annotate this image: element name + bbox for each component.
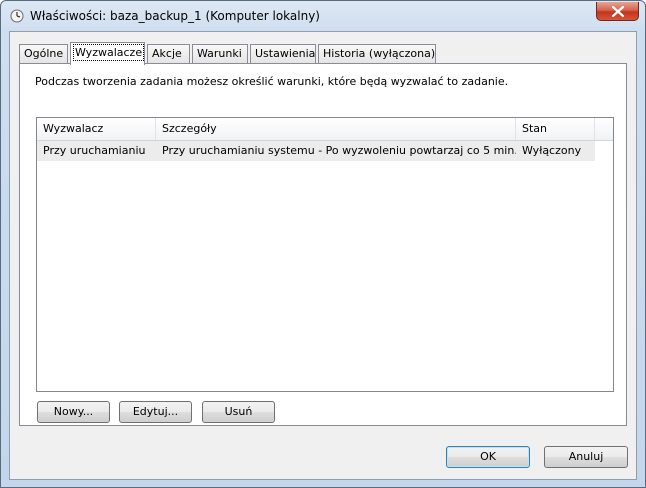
window-title: Właściwości: baza_backup_1 (Komputer lok… [30, 9, 320, 23]
new-button[interactable]: Nowy... [37, 401, 110, 423]
tab-label: Wyzwalacze [72, 44, 145, 61]
tab-label: Historia (wyłączona) [323, 47, 436, 60]
close-icon [611, 6, 625, 17]
delete-button[interactable]: Usuń [202, 401, 275, 423]
cell-status: Wyłączony [522, 144, 582, 157]
tab-label: Warunki [197, 47, 242, 60]
edit-button[interactable]: Edytuj... [119, 401, 192, 423]
table-row[interactable]: Przy uruchamianiu Przy uruchamianiu syst… [37, 141, 595, 161]
tab-general[interactable]: Ogólne [19, 44, 68, 63]
tab-history[interactable]: Historia (wyłączona) [318, 44, 436, 63]
column-header-trigger[interactable]: Wyzwalacz [37, 118, 156, 140]
panel-description: Podczas tworzenia zadania możesz określi… [35, 75, 509, 88]
column-header-status[interactable]: Stan [516, 118, 595, 140]
dialog-client-area: Ogólne Wyzwalacze Akcje Warunki Ustawien… [9, 31, 637, 480]
tab-triggers[interactable]: Wyzwalacze [70, 42, 145, 65]
cell-trigger: Przy uruchamianiu [43, 144, 146, 157]
tab-panel-triggers: Podczas tworzenia zadania możesz określi… [19, 63, 627, 426]
title-bar[interactable]: Właściwości: baza_backup_1 (Komputer lok… [1, 1, 645, 31]
list-header: Wyzwalacz Szczegóły Stan [37, 118, 613, 141]
tab-label: Ogólne [24, 47, 64, 60]
tab-label: Akcje [152, 47, 182, 60]
ok-button[interactable]: OK [446, 446, 530, 468]
cancel-button[interactable]: Anuluj [544, 446, 628, 468]
tab-settings[interactable]: Ustawienia [250, 44, 316, 63]
close-button[interactable] [596, 2, 639, 21]
tab-label: Ustawienia [255, 47, 316, 60]
tab-actions[interactable]: Akcje [147, 44, 190, 63]
properties-window: Właściwości: baza_backup_1 (Komputer lok… [0, 0, 646, 488]
triggers-list[interactable]: Wyzwalacz Szczegóły Stan Przy uruchamian… [36, 117, 614, 392]
clock-icon [10, 9, 24, 23]
column-header-filler [595, 118, 613, 140]
cell-details: Przy uruchamianiu systemu - Po wyzwoleni… [162, 144, 516, 157]
column-header-details[interactable]: Szczegóły [156, 118, 516, 140]
tab-conditions[interactable]: Warunki [192, 44, 248, 63]
